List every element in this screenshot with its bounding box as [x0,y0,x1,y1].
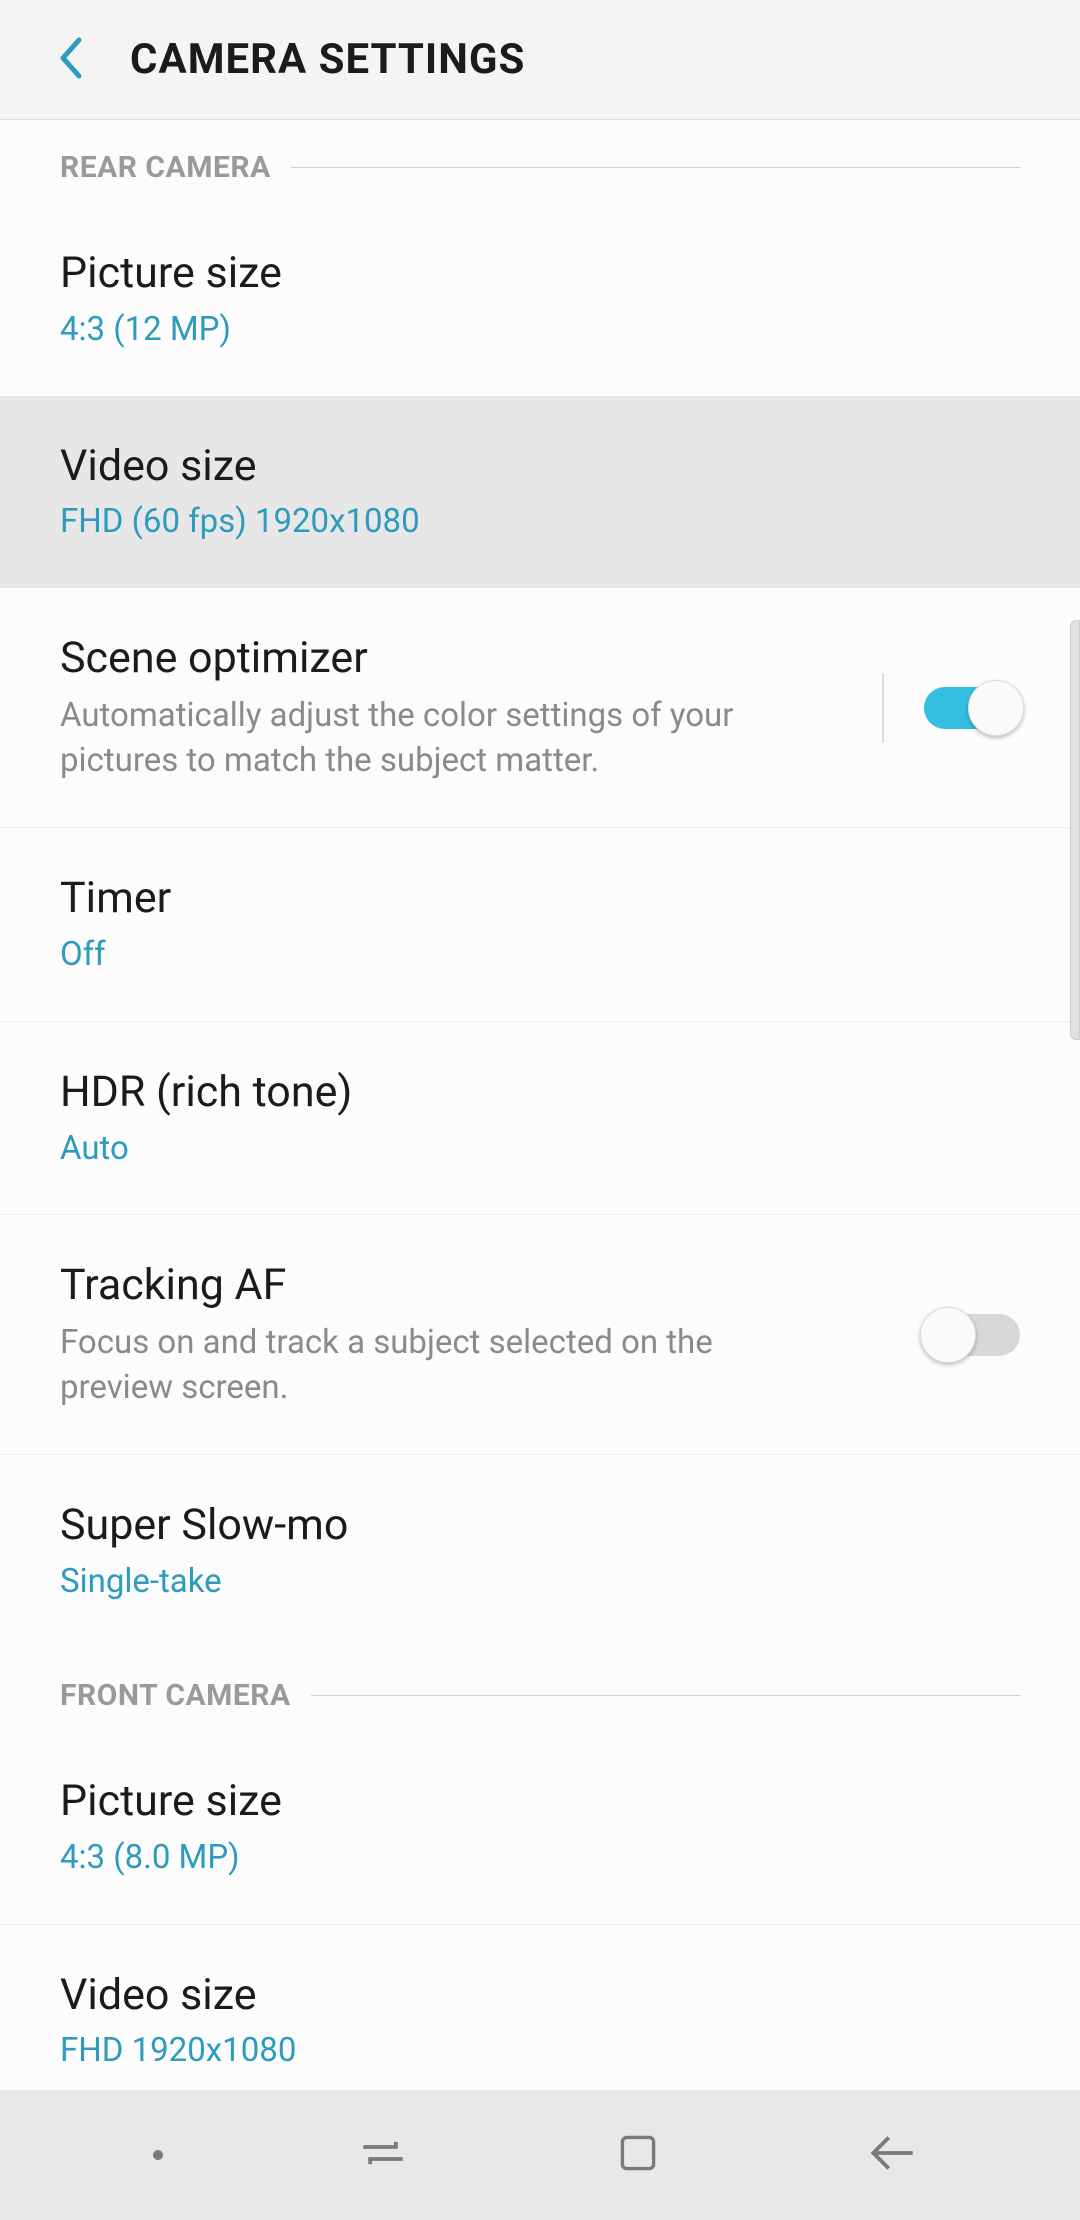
scene-optimizer-toggle[interactable] [924,680,1020,736]
chevron-left-icon [57,37,83,83]
setting-title: Tracking AF [60,1259,894,1313]
nav-recents-button[interactable] [348,2120,418,2190]
setting-tracking-af[interactable]: Tracking AF Focus on and track a subject… [0,1215,1080,1455]
app-bar: CAMERA SETTINGS [0,0,1080,120]
setting-hdr[interactable]: HDR (rich tone) Auto [0,1022,1080,1216]
section-label: FRONT CAMERA [60,1678,291,1713]
setting-rear-video-size[interactable]: Video size FHD (60 fps) 1920x1080 [0,396,1080,589]
setting-value: 4:3 (12 MP) [60,309,1020,352]
setting-title: Super Slow-mo [60,1499,1020,1553]
setting-description: Focus on and track a subject selected on… [60,1321,780,1410]
system-nav-bar [0,2090,1080,2220]
setting-timer[interactable]: Timer Off [0,828,1080,1022]
nav-home-button[interactable] [603,2120,673,2190]
section-header-front-camera: FRONT CAMERA [0,1648,1080,1731]
tracking-af-toggle[interactable] [924,1307,1020,1363]
setting-title: Scene optimizer [60,632,852,686]
home-icon [612,2127,664,2183]
setting-value: Off [60,934,1020,977]
setting-rear-picture-size[interactable]: Picture size 4:3 (12 MP) [0,203,1080,396]
setting-value: Single-take [60,1561,1020,1604]
setting-title: Video size [60,1969,1020,2023]
nav-back-button[interactable] [858,2120,928,2190]
setting-title: Picture size [60,247,1020,301]
setting-front-video-size[interactable]: Video size FHD 1920x1080 [0,1925,1080,2090]
setting-super-slowmo[interactable]: Super Slow-mo Single-take [0,1455,1080,1648]
settings-list[interactable]: REAR CAMERA Picture size 4:3 (12 MP) Vid… [0,120,1080,2090]
setting-value: FHD (60 fps) 1920x1080 [60,501,1020,544]
setting-scene-optimizer[interactable]: Scene optimizer Automatically adjust the… [0,588,1080,828]
setting-title: Video size [60,440,1020,494]
setting-title: Timer [60,872,1020,926]
back-arrow-icon [863,2123,923,2187]
section-header-rear-camera: REAR CAMERA [0,120,1080,203]
setting-value: FHD 1920x1080 [60,2030,1020,2073]
setting-description: Automatically adjust the color settings … [60,694,780,783]
setting-title: HDR (rich tone) [60,1066,1020,1120]
nav-indicator-dot [153,2150,163,2160]
back-button[interactable] [40,30,100,90]
setting-front-picture-size[interactable]: Picture size 4:3 (8.0 MP) [0,1731,1080,1925]
page-title: CAMERA SETTINGS [130,35,525,84]
recents-icon [353,2123,413,2187]
setting-title: Picture size [60,1775,1020,1829]
section-label: REAR CAMERA [60,150,271,185]
setting-value: Auto [60,1128,1020,1171]
setting-value: 4:3 (8.0 MP) [60,1837,1020,1880]
scrollbar-thumb[interactable] [1070,620,1080,1040]
